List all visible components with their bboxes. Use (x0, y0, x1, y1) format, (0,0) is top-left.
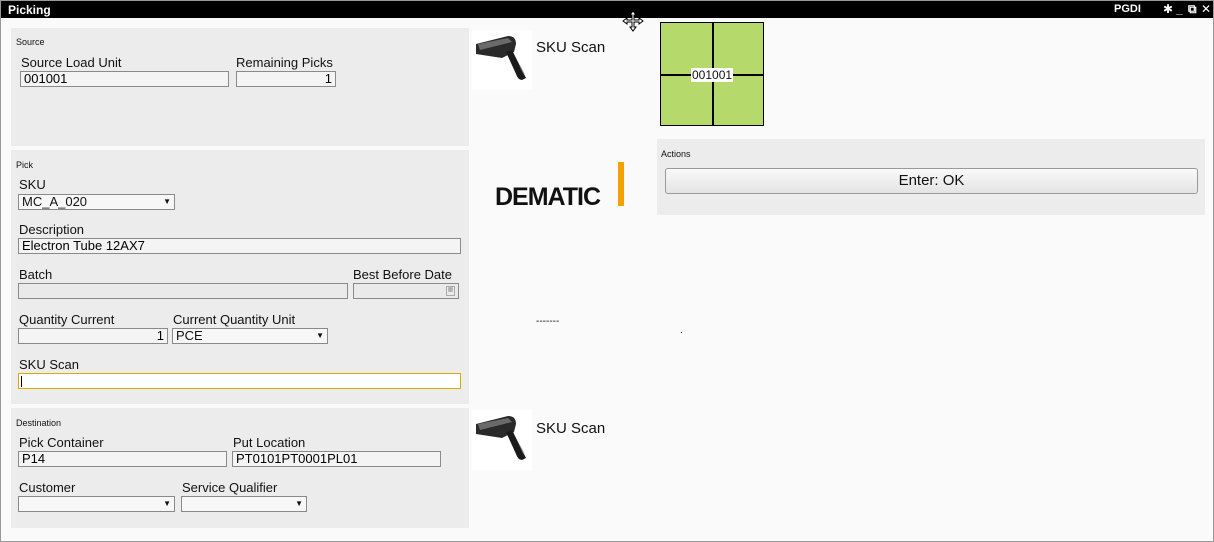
destination-panel: Destination Pick Container P14 Put Locat… (11, 408, 469, 528)
destination-panel-title: Destination (16, 418, 62, 428)
quantity-unit-value: PCE (176, 328, 203, 343)
sku-scan-heading: SKU Scan (536, 420, 606, 437)
source-panel: Source Source Load Unit 001001 Remaining… (11, 28, 469, 146)
quantity-unit-select[interactable]: PCE ▼ (172, 328, 328, 344)
enter-ok-button[interactable]: Enter: OK (665, 168, 1198, 194)
load-unit-map[interactable]: 001001 (660, 22, 764, 126)
app-label: PGDI (1114, 3, 1141, 15)
sku-scan-label: SKU Scan (19, 357, 79, 372)
sku-scan-input[interactable] (18, 373, 461, 389)
title-bar: Picking PGDI ✱ _ ⧉ ✕ (1, 1, 1213, 18)
customer-select[interactable]: ▼ (18, 496, 175, 512)
description-label: Description (19, 222, 85, 237)
pin-icon[interactable]: ✱ (1163, 1, 1173, 18)
chevron-down-icon: ▼ (163, 197, 171, 206)
close-icon[interactable]: ✕ (1201, 1, 1211, 18)
batch-label: Batch (19, 267, 53, 282)
pick-container-field[interactable]: P14 (18, 451, 227, 467)
batch-field[interactable] (18, 283, 348, 299)
actions-panel: Actions Enter: OK (657, 139, 1205, 215)
description-field[interactable]: Electron Tube 12AX7 (18, 238, 461, 254)
barcode-scanner-icon[interactable] (472, 410, 532, 470)
current-quantity-unit-label: Current Quantity Unit (173, 312, 296, 327)
dematic-logo: DEMATIC (495, 183, 601, 211)
quantity-current-label: Quantity Current (19, 312, 115, 327)
dashes-text: ------- (536, 316, 560, 327)
sku-select[interactable]: MC_A_020 ▼ (18, 194, 175, 210)
quantity-current-field[interactable]: 1 (18, 328, 168, 344)
customer-label: Customer (19, 480, 76, 495)
calendar-icon[interactable]: ▦ (446, 286, 455, 296)
put-location-label: Put Location (233, 435, 306, 450)
dot-text: . (680, 325, 683, 336)
chevron-down-icon: ▼ (163, 499, 171, 508)
actions-panel-title: Actions (661, 149, 691, 159)
move-cursor-icon (622, 10, 644, 32)
minimize-icon[interactable]: _ (1176, 1, 1183, 18)
text-caret (21, 376, 22, 387)
source-load-unit-field[interactable]: 001001 (20, 71, 229, 87)
window-title: Picking (8, 3, 51, 17)
sku-select-value: MC_A_020 (22, 194, 88, 209)
source-load-unit-label: Source Load Unit (21, 55, 122, 70)
sku-scan-heading: SKU Scan (536, 39, 606, 56)
pick-panel-title: Pick (16, 160, 34, 170)
restore-icon[interactable]: ⧉ (1188, 1, 1197, 18)
sku-label: SKU (19, 177, 46, 192)
best-before-date-field[interactable]: ▦ (353, 283, 459, 299)
source-panel-title: Source (16, 37, 45, 47)
best-before-date-label: Best Before Date (353, 267, 452, 282)
chevron-down-icon: ▼ (295, 499, 303, 508)
pick-panel: Pick SKU MC_A_020 ▼ Description Electron… (11, 150, 469, 404)
logo-accent-bar (618, 162, 624, 206)
pick-container-label: Pick Container (19, 435, 104, 450)
load-unit-map-label: 001001 (691, 68, 734, 82)
service-qualifier-select[interactable]: ▼ (181, 496, 307, 512)
remaining-picks-field[interactable]: 1 (236, 71, 336, 87)
barcode-scanner-icon[interactable] (472, 30, 532, 90)
remaining-picks-label: Remaining Picks (236, 55, 333, 70)
service-qualifier-label: Service Qualifier (182, 480, 278, 495)
put-location-field[interactable]: PT0101PT0001PL01 (232, 451, 441, 467)
chevron-down-icon: ▼ (316, 331, 324, 340)
